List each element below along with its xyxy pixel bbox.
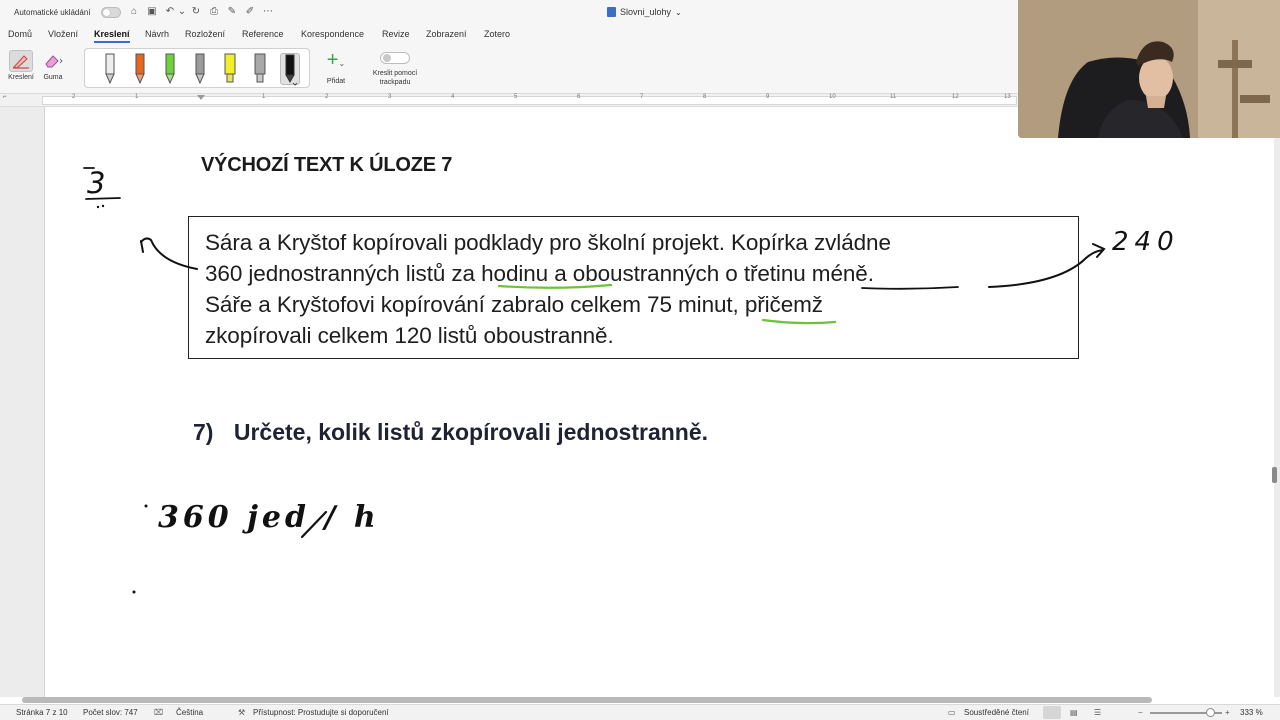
- document-title-text: Slovni_ulohy: [620, 7, 672, 17]
- edit-document-icon[interactable]: ✐: [244, 6, 256, 18]
- vertical-scrollbar-thumb[interactable]: [1272, 467, 1277, 483]
- question-number: 7): [193, 419, 214, 445]
- save-icon[interactable]: ▣: [146, 6, 158, 18]
- ruler-number: 13: [1004, 94, 1011, 100]
- tab-domu[interactable]: Domů: [8, 29, 32, 39]
- page-counter[interactable]: Stránka 7 z 10: [16, 708, 68, 717]
- tab-navrh[interactable]: Návrh: [145, 29, 169, 39]
- pen-orange[interactable]: [130, 53, 150, 85]
- handwritten-note-bottom: 360 jed / h: [158, 500, 380, 535]
- ruler-number: 10: [829, 94, 836, 100]
- redo-icon[interactable]: ↻: [190, 6, 202, 18]
- eraser-tool-label: Guma: [43, 74, 63, 81]
- trackpad-label-line1: Kreslit pomocí: [372, 70, 418, 77]
- ruler-number: 1: [262, 94, 266, 100]
- tab-zobrazeni[interactable]: Zobrazení: [426, 29, 467, 39]
- word-count[interactable]: Počet slov: 747: [83, 708, 138, 717]
- zoom-level[interactable]: 333 %: [1240, 708, 1263, 717]
- ruler-number: 4: [451, 94, 455, 100]
- undo-dropdown-icon[interactable]: ⌄: [176, 6, 188, 18]
- word-document-icon: [607, 7, 616, 17]
- web-layout-icon[interactable]: ▤: [1070, 708, 1078, 717]
- task-text-box[interactable]: Sára a Kryštof kopírovali podklady pro š…: [188, 216, 1079, 359]
- trackpad-label-line2: trackpadu: [379, 79, 411, 86]
- tab-rozlozeni[interactable]: Rozložení: [185, 29, 225, 39]
- draw-tool-label: Kreslení: [8, 74, 34, 81]
- document-canvas[interactable]: [0, 107, 1280, 697]
- tab-revize[interactable]: Revize: [382, 29, 410, 39]
- focus-mode-button[interactable]: Soustředěné čtení: [964, 708, 1029, 717]
- ruler-number: 5: [514, 94, 518, 100]
- pen-tray: [84, 48, 310, 88]
- task-line-3: Sáře a Kryštofovi kopírování zabralo cel…: [205, 292, 823, 317]
- home-icon[interactable]: ⌂: [128, 6, 140, 18]
- add-pen-label: Přidat: [326, 78, 346, 85]
- task-line-4: zkopírovali celkem 120 listů oboustranně…: [205, 323, 614, 348]
- plus-icon: +⌄: [326, 49, 346, 71]
- ruler-bar: [42, 96, 1017, 105]
- language-indicator[interactable]: Čeština: [176, 708, 203, 717]
- section-heading: VÝCHOZÍ TEXT K ÚLOZE 7: [201, 154, 453, 176]
- ruler-number: 2: [325, 94, 329, 100]
- trackpad-draw-toggle[interactable]: Kreslit pomocí trackpadu: [368, 50, 422, 87]
- ruler-number: 3: [388, 94, 392, 100]
- webcam-overlay: [1018, 0, 1280, 138]
- add-pen-button[interactable]: +⌄ Přidat: [320, 50, 352, 86]
- undo-icon[interactable]: ↶: [164, 6, 176, 18]
- autosave-label: Automatické ukládání: [14, 8, 91, 17]
- pen-green[interactable]: [160, 53, 180, 85]
- focus-mode-icon: ▭: [948, 708, 956, 717]
- print-icon[interactable]: ⎙: [208, 6, 220, 18]
- ruler-number: 1: [135, 94, 139, 100]
- ruler-number: 12: [952, 94, 959, 100]
- pen-gray-dark[interactable]: [190, 53, 210, 85]
- ruler-number: 6: [577, 94, 581, 100]
- chevron-down-icon: ⌄: [675, 7, 682, 17]
- pen-icon[interactable]: ✎: [226, 6, 238, 18]
- accessibility-status[interactable]: Přístupnost: Prostudujte si doporučení: [253, 708, 389, 717]
- print-layout-icon[interactable]: [1043, 706, 1061, 719]
- highlighter-yellow[interactable]: [220, 53, 240, 85]
- status-bar: Stránka 7 z 10 Počet slov: 747 ⌧ Čeština…: [0, 704, 1280, 720]
- tab-korespondence[interactable]: Korespondence: [301, 29, 364, 39]
- draw-icon: [9, 50, 33, 72]
- ruler-number: 2: [72, 94, 76, 100]
- highlighter-gray[interactable]: [250, 53, 270, 85]
- zoom-out-icon[interactable]: −: [1138, 708, 1143, 717]
- autosave-toggle[interactable]: [101, 7, 121, 18]
- eraser-tool-button[interactable]: Guma: [38, 48, 68, 88]
- question-7: 7) Určete, kolik listů zkopírovali jedno…: [193, 419, 708, 446]
- tab-stop-icon[interactable]: ⌐: [3, 94, 7, 100]
- ruler-number: 11: [890, 94, 897, 100]
- outline-view-icon[interactable]: ☰: [1094, 708, 1101, 717]
- zoom-in-icon[interactable]: +: [1225, 708, 1230, 717]
- ruler-number: 9: [766, 94, 770, 100]
- webcam-video-image: [1018, 0, 1280, 138]
- handwritten-note-right: 240: [1112, 227, 1180, 257]
- document-title[interactable]: Slovni_ulohy ⌄: [607, 7, 682, 17]
- horizontal-scrollbar[interactable]: [22, 697, 1152, 703]
- question-text: Určete, kolik listů zkopírovali jednostr…: [233, 419, 709, 445]
- tab-kresleni[interactable]: Kreslení: [94, 29, 130, 43]
- task-line-2: 360 jednostranných listů za hodinu a obo…: [205, 261, 874, 286]
- indent-marker[interactable]: [197, 95, 205, 100]
- ruler-number: 7: [640, 94, 644, 100]
- handwritten-note-left: 3: [87, 166, 106, 200]
- more-icon[interactable]: ⋯: [262, 6, 274, 18]
- accessibility-icon: ⚒: [238, 708, 246, 717]
- tab-vlozeni[interactable]: Vložení: [48, 29, 78, 39]
- tab-zotero[interactable]: Zotero: [484, 29, 510, 39]
- trackpad-switch[interactable]: [380, 52, 410, 64]
- draw-tool-button[interactable]: Kreslení: [6, 48, 36, 88]
- eraser-icon: [41, 50, 65, 72]
- task-line-1: Sára a Kryštof kopírovali podklady pro š…: [205, 230, 891, 255]
- zoom-slider-handle[interactable]: [1206, 708, 1215, 717]
- ruler-number: 8: [703, 94, 707, 100]
- document-page[interactable]: [44, 107, 1274, 697]
- pen-gray-light[interactable]: [100, 53, 120, 85]
- proofing-icon[interactable]: ⌧: [154, 708, 163, 717]
- tab-reference[interactable]: Reference: [242, 29, 284, 39]
- pen-black-selected[interactable]: [280, 53, 300, 86]
